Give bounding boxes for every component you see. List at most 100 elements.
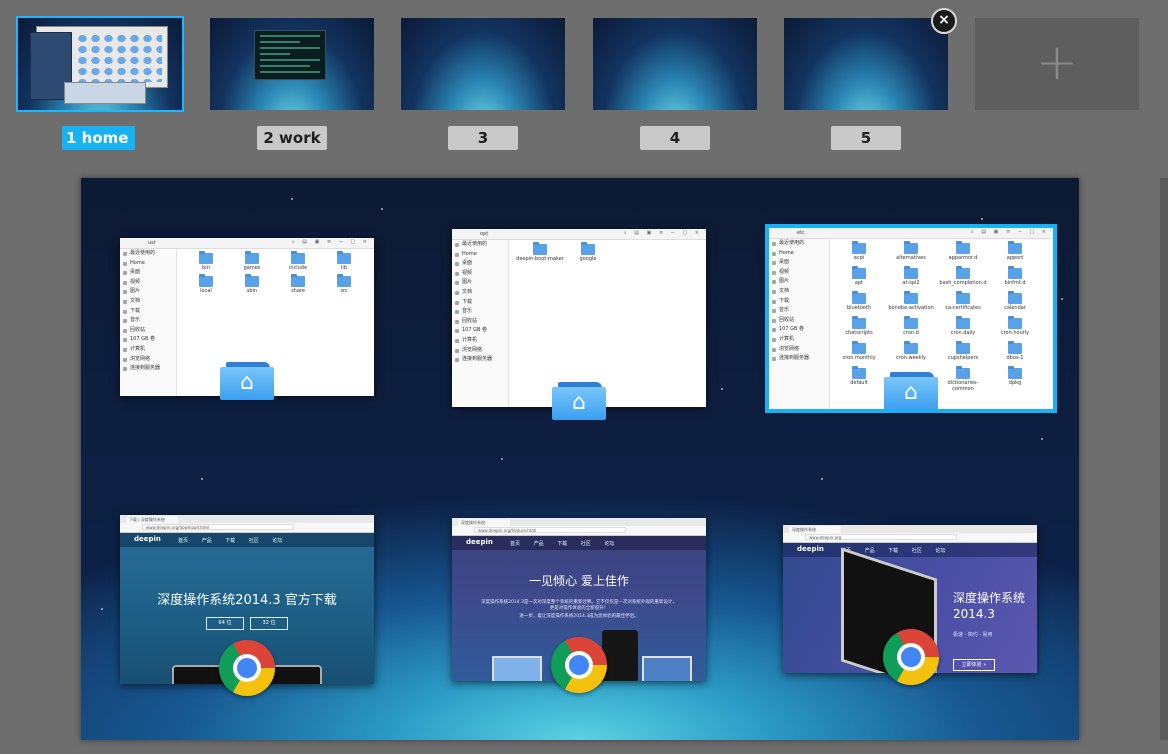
- sidebar-item[interactable]: 文档: [452, 288, 508, 298]
- folder-item[interactable]: cupshelpers: [939, 341, 987, 361]
- folder-item[interactable]: include: [274, 251, 322, 271]
- site-logo[interactable]: deepin: [797, 545, 824, 553]
- sidebar-item[interactable]: 107 GB 卷: [452, 326, 508, 336]
- breadcrumb[interactable]: opt: [480, 231, 488, 237]
- sidebar-item[interactable]: 回收站: [120, 326, 176, 336]
- folder-item[interactable]: at-spi2: [887, 266, 935, 286]
- folder-item[interactable]: apport: [991, 241, 1039, 261]
- sidebar-item[interactable]: 浏览网络: [769, 345, 829, 355]
- folder-item[interactable]: dbus-1: [991, 341, 1039, 361]
- sidebar-item[interactable]: Home: [120, 259, 176, 269]
- folder-item[interactable]: cron.monthly: [835, 341, 883, 361]
- sidebar-item[interactable]: 浏览网络: [120, 355, 176, 365]
- sidebar-item[interactable]: 图片: [452, 278, 508, 288]
- sidebar-item[interactable]: 文档: [120, 297, 176, 307]
- sidebar-item[interactable]: 桌面: [120, 268, 176, 278]
- site-nav-links[interactable]: 首页 产品 下载 社区 论坛: [178, 537, 282, 544]
- sidebar-item[interactable]: 连接到服务器: [452, 355, 508, 365]
- sidebar-item[interactable]: 回收站: [769, 316, 829, 326]
- sidebar-item[interactable]: 视频: [120, 278, 176, 288]
- sidebar-item[interactable]: 107 GB 卷: [769, 325, 829, 335]
- folder-item[interactable]: calendar: [991, 291, 1039, 311]
- workspace-thumb-5[interactable]: [784, 18, 948, 110]
- address-bar[interactable]: www.deepin.org/download.html: [142, 524, 295, 530]
- folder-item[interactable]: share: [274, 274, 322, 294]
- sidebar-item[interactable]: 音乐: [769, 306, 829, 316]
- sidebar-item[interactable]: 计算机: [120, 345, 176, 355]
- sidebar-item[interactable]: 图片: [769, 277, 829, 287]
- download-64-button[interactable]: 64 位: [206, 617, 244, 630]
- file-manager-window-opt[interactable]: opt ⌕ ▤ ▣ ≡ − □ × 最近使用的 Home 桌面 视频 图片 文档 …: [452, 229, 706, 407]
- breadcrumb[interactable]: usr: [148, 240, 156, 246]
- folder-item[interactable]: binfmt.d: [991, 266, 1039, 286]
- sidebar-item[interactable]: Home: [769, 249, 829, 259]
- site-logo[interactable]: deepin: [466, 538, 493, 546]
- workspace-label-3[interactable]: 3: [448, 126, 518, 150]
- folder-item[interactable]: default: [835, 366, 883, 386]
- folder-item[interactable]: deepin-boot-maker: [514, 242, 566, 262]
- folder-item[interactable]: cron.daily: [939, 316, 987, 336]
- sidebar-item[interactable]: 连接到服务器: [120, 364, 176, 374]
- folder-item[interactable]: sbin: [228, 274, 276, 294]
- workspace-thumb-4[interactable]: [593, 18, 757, 110]
- folder-item[interactable]: cron.d: [887, 316, 935, 336]
- folder-item[interactable]: alternatives: [887, 241, 935, 261]
- workspace-thumb-2[interactable]: [210, 18, 374, 110]
- site-nav-links[interactable]: 首页 产品 下载 社区 论坛: [510, 540, 614, 547]
- folder-item[interactable]: src: [320, 274, 368, 294]
- sidebar-item[interactable]: 视频: [452, 269, 508, 279]
- workspace-label-1[interactable]: 1 home: [62, 126, 135, 150]
- try-now-button[interactable]: 立即体验 »: [953, 659, 995, 671]
- sidebar-item[interactable]: 计算机: [769, 335, 829, 345]
- folder-item[interactable]: bin: [182, 251, 230, 271]
- folder-item[interactable]: bonobo-activation: [887, 291, 935, 311]
- address-bar[interactable]: www.deepin.org/feature.html: [474, 527, 627, 533]
- download-32-button[interactable]: 32 位: [250, 617, 288, 630]
- workspace-thumb-3[interactable]: [401, 18, 565, 110]
- folder-item[interactable]: acpi: [835, 241, 883, 261]
- address-bar[interactable]: www.deepin.org: [805, 534, 958, 540]
- sidebar-item[interactable]: 音乐: [120, 316, 176, 326]
- sidebar-item[interactable]: 最近使用的: [769, 239, 829, 249]
- folder-item[interactable]: google: [564, 242, 612, 262]
- sidebar-item[interactable]: 107 GB 卷: [120, 335, 176, 345]
- workspace-label-4[interactable]: 4: [640, 126, 710, 150]
- breadcrumb[interactable]: etc: [797, 230, 805, 236]
- sidebar-item[interactable]: 音乐: [452, 307, 508, 317]
- workspace-label-2[interactable]: 2 work: [257, 126, 327, 150]
- sidebar-item[interactable]: 下载: [120, 307, 176, 317]
- sidebar-item[interactable]: 计算机: [452, 336, 508, 346]
- folder-item[interactable]: lib: [320, 251, 368, 271]
- workspace-label-5[interactable]: 5: [831, 126, 901, 150]
- sidebar-item[interactable]: 最近使用的: [120, 249, 176, 259]
- sidebar-item[interactable]: 连接到服务器: [769, 354, 829, 364]
- sidebar-item[interactable]: 下载: [769, 297, 829, 307]
- sidebar-item[interactable]: 下载: [452, 298, 508, 308]
- folder-item[interactable]: chatscripts: [835, 316, 883, 336]
- folder-item[interactable]: bluetooth: [835, 291, 883, 311]
- folder-item[interactable]: cron.hourly: [991, 316, 1039, 336]
- folder-item[interactable]: local: [182, 274, 230, 294]
- folder-item[interactable]: apt: [835, 266, 883, 286]
- site-logo[interactable]: deepin: [134, 535, 161, 543]
- browser-tab[interactable]: 深度操作系统: [789, 526, 841, 533]
- sidebar-item[interactable]: 桌面: [452, 259, 508, 269]
- sidebar-item[interactable]: 文档: [769, 287, 829, 297]
- workspace-thumb-1[interactable]: [16, 16, 184, 112]
- browser-tab[interactable]: 深度操作系统: [458, 519, 510, 526]
- folder-item[interactable]: cron.weekly: [887, 341, 935, 361]
- folder-item[interactable]: bash_completion.d: [939, 266, 987, 286]
- browser-tab[interactable]: 下载 | 深度操作系统: [126, 516, 178, 523]
- folder-item[interactable]: apparmor.d: [939, 241, 987, 261]
- add-workspace-button[interactable]: +: [975, 18, 1139, 110]
- folder-item[interactable]: dpkg: [991, 366, 1039, 386]
- sidebar-item[interactable]: 桌面: [769, 258, 829, 268]
- sidebar-item[interactable]: Home: [452, 250, 508, 260]
- sidebar-item[interactable]: 浏览网络: [452, 346, 508, 356]
- sidebar-item[interactable]: 回收站: [452, 317, 508, 327]
- folder-item[interactable]: games: [228, 251, 276, 271]
- sidebar-item[interactable]: 最近使用的: [452, 240, 508, 250]
- folder-item[interactable]: ca-certificates: [939, 291, 987, 311]
- sidebar-item[interactable]: 视频: [769, 268, 829, 278]
- sidebar-item[interactable]: 图片: [120, 287, 176, 297]
